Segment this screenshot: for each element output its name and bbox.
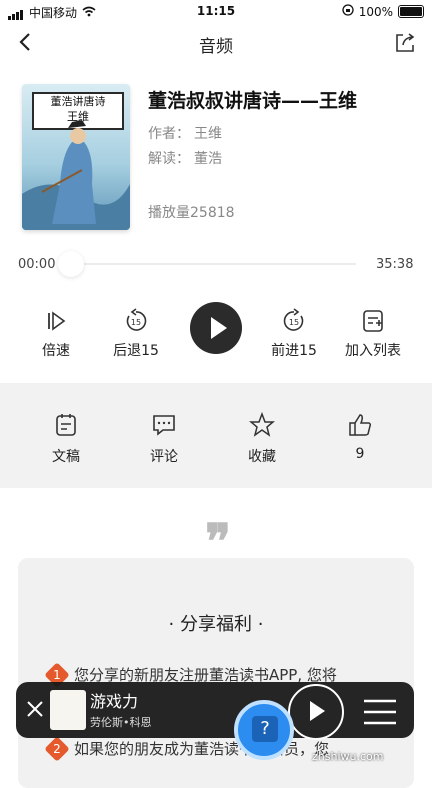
help-icon: ?: [252, 716, 278, 742]
battery-icon: [398, 5, 424, 18]
rewind-label: 后退15: [113, 343, 159, 359]
author-name: 王维: [194, 126, 222, 142]
comment-label: 评论: [150, 449, 178, 465]
nav-bar: 音频: [0, 22, 432, 66]
comment-button[interactable]: 评论: [124, 412, 204, 466]
speed-label: 倍速: [42, 343, 70, 359]
reader-name: 董浩: [194, 151, 222, 167]
mini-play-button[interactable]: [288, 684, 344, 740]
progress-knob[interactable]: [58, 251, 84, 277]
transcript-button[interactable]: 文稿: [26, 412, 106, 466]
help-button[interactable]: ?: [234, 700, 294, 760]
mini-title: 游戏力: [90, 692, 139, 711]
forward-15-icon: 15: [283, 308, 304, 331]
reader-label: 解读：: [148, 151, 190, 167]
favorite-label: 收藏: [248, 449, 276, 465]
playlist-icon[interactable]: [362, 698, 398, 726]
rewind-15-icon: 15: [126, 308, 147, 331]
add-list-icon: [363, 310, 383, 332]
orientation-lock-icon: [342, 4, 354, 19]
speed-button[interactable]: 倍速: [16, 308, 96, 360]
add-list-label: 加入列表: [345, 343, 401, 359]
like-count: 9: [355, 446, 365, 462]
play-button[interactable]: [190, 302, 242, 354]
total-time: 35:38: [376, 257, 414, 272]
favorite-button[interactable]: 收藏: [222, 412, 302, 466]
rewind-button[interactable]: 15 后退15: [96, 308, 176, 360]
close-icon[interactable]: [26, 700, 44, 718]
page-title: 音频: [199, 37, 233, 57]
thumbs-up-icon: [349, 414, 372, 436]
card-title: · 分享福利 ·: [168, 614, 264, 635]
mini-cover: [50, 690, 86, 730]
battery-percent: 100%: [358, 4, 393, 19]
mini-subtitle: 劳伦斯•科恩: [90, 716, 152, 729]
star-icon: [249, 412, 275, 437]
actions-panel: 文稿 评论 收藏 9: [0, 383, 432, 488]
status-bar: 中国移动 11:15 100%: [0, 0, 432, 22]
comment-icon: [153, 415, 175, 436]
author-label: 作者：: [148, 126, 190, 142]
document-icon: [56, 414, 76, 436]
album-cover: 董浩讲唐诗 王维: [22, 84, 130, 230]
mini-player[interactable]: 游戏力 劳伦斯•科恩: [16, 682, 414, 740]
speed-icon: [48, 311, 66, 331]
author-row: 作者： 王维: [148, 123, 222, 143]
svg-text:15: 15: [289, 318, 299, 327]
album-title: 董浩叔叔讲唐诗——王维: [148, 90, 358, 112]
poet-illustration: [22, 120, 130, 230]
quote-icon: ❞: [205, 514, 231, 570]
reader-row: 解读： 董浩: [148, 148, 222, 168]
play-count: 播放量25818: [148, 205, 235, 221]
watermark: zhshiwu.com: [312, 750, 384, 763]
current-time: 00:00: [18, 257, 56, 272]
like-button[interactable]: 9: [320, 412, 400, 462]
svg-text:15: 15: [131, 318, 141, 327]
share-icon[interactable]: [394, 32, 418, 56]
forward-label: 前进15: [271, 343, 317, 359]
item-number-badge: 2: [44, 735, 70, 762]
progress-track[interactable]: [70, 263, 356, 265]
forward-button[interactable]: 15 前进15: [254, 308, 334, 360]
add-to-list-button[interactable]: 加入列表: [333, 308, 413, 360]
transcript-label: 文稿: [52, 449, 80, 465]
